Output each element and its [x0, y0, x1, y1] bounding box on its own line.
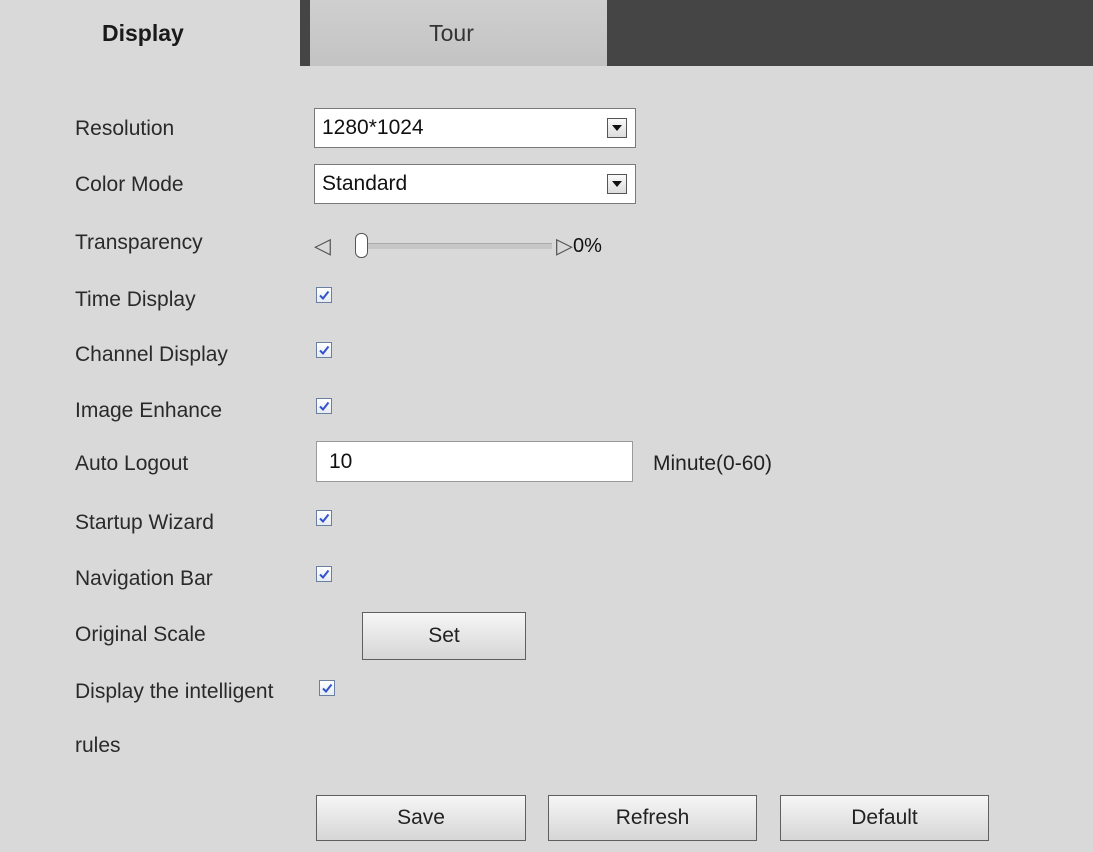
decrease-arrow-icon[interactable]: ◁	[314, 234, 331, 258]
tab-display[interactable]: Display	[0, 0, 300, 66]
auto-logout-input[interactable]	[316, 441, 633, 482]
transparency-value: 0%	[573, 235, 602, 257]
navigation-bar-checkbox[interactable]	[316, 566, 332, 582]
save-button[interactable]: Save	[316, 795, 526, 841]
image-enhance-label: Image Enhance	[75, 399, 223, 422]
tab-tour[interactable]: Tour	[310, 0, 607, 66]
chevron-down-icon[interactable]	[607, 118, 627, 138]
color-mode-label: Color Mode	[75, 173, 184, 196]
transparency-slider[interactable]: ◁ ▷ 0%	[314, 230, 634, 262]
original-scale-label: Original Scale	[75, 623, 206, 646]
channel-display-checkbox[interactable]	[316, 342, 332, 358]
slider-thumb[interactable]	[355, 233, 368, 258]
checkmark-icon	[319, 345, 330, 356]
checkmark-icon	[319, 290, 330, 301]
checkmark-icon	[319, 569, 330, 580]
startup-wizard-label: Startup Wizard	[75, 511, 214, 534]
default-button[interactable]: Default	[780, 795, 989, 841]
tab-bar: Display Tour	[0, 0, 1093, 66]
intelligent-rules-label-line2: rules	[75, 734, 121, 757]
refresh-button[interactable]: Refresh	[548, 795, 757, 841]
slider-track[interactable]	[360, 243, 552, 249]
auto-logout-unit: Minute(0-60)	[653, 452, 773, 475]
time-display-checkbox[interactable]	[316, 287, 332, 303]
checkmark-icon	[319, 513, 330, 524]
navigation-bar-label: Navigation Bar	[75, 567, 213, 590]
checkmark-icon	[319, 401, 330, 412]
color-mode-select[interactable]: Standard	[314, 164, 636, 204]
intelligent-rules-label-line1: Display the intelligent	[75, 680, 274, 703]
color-mode-value: Standard	[322, 172, 408, 195]
time-display-label: Time Display	[75, 288, 196, 311]
image-enhance-checkbox[interactable]	[316, 398, 332, 414]
transparency-label: Transparency	[75, 231, 203, 254]
intelligent-rules-checkbox[interactable]	[319, 680, 335, 696]
resolution-value: 1280*1024	[322, 116, 424, 139]
resolution-label: Resolution	[75, 117, 175, 140]
channel-display-label: Channel Display	[75, 343, 228, 366]
auto-logout-label: Auto Logout	[75, 452, 189, 475]
chevron-down-icon[interactable]	[607, 174, 627, 194]
startup-wizard-checkbox[interactable]	[316, 510, 332, 526]
set-button[interactable]: Set	[362, 612, 526, 660]
increase-arrow-icon[interactable]: ▷	[556, 234, 573, 258]
resolution-select[interactable]: 1280*1024	[314, 108, 636, 148]
checkmark-icon	[322, 683, 333, 694]
